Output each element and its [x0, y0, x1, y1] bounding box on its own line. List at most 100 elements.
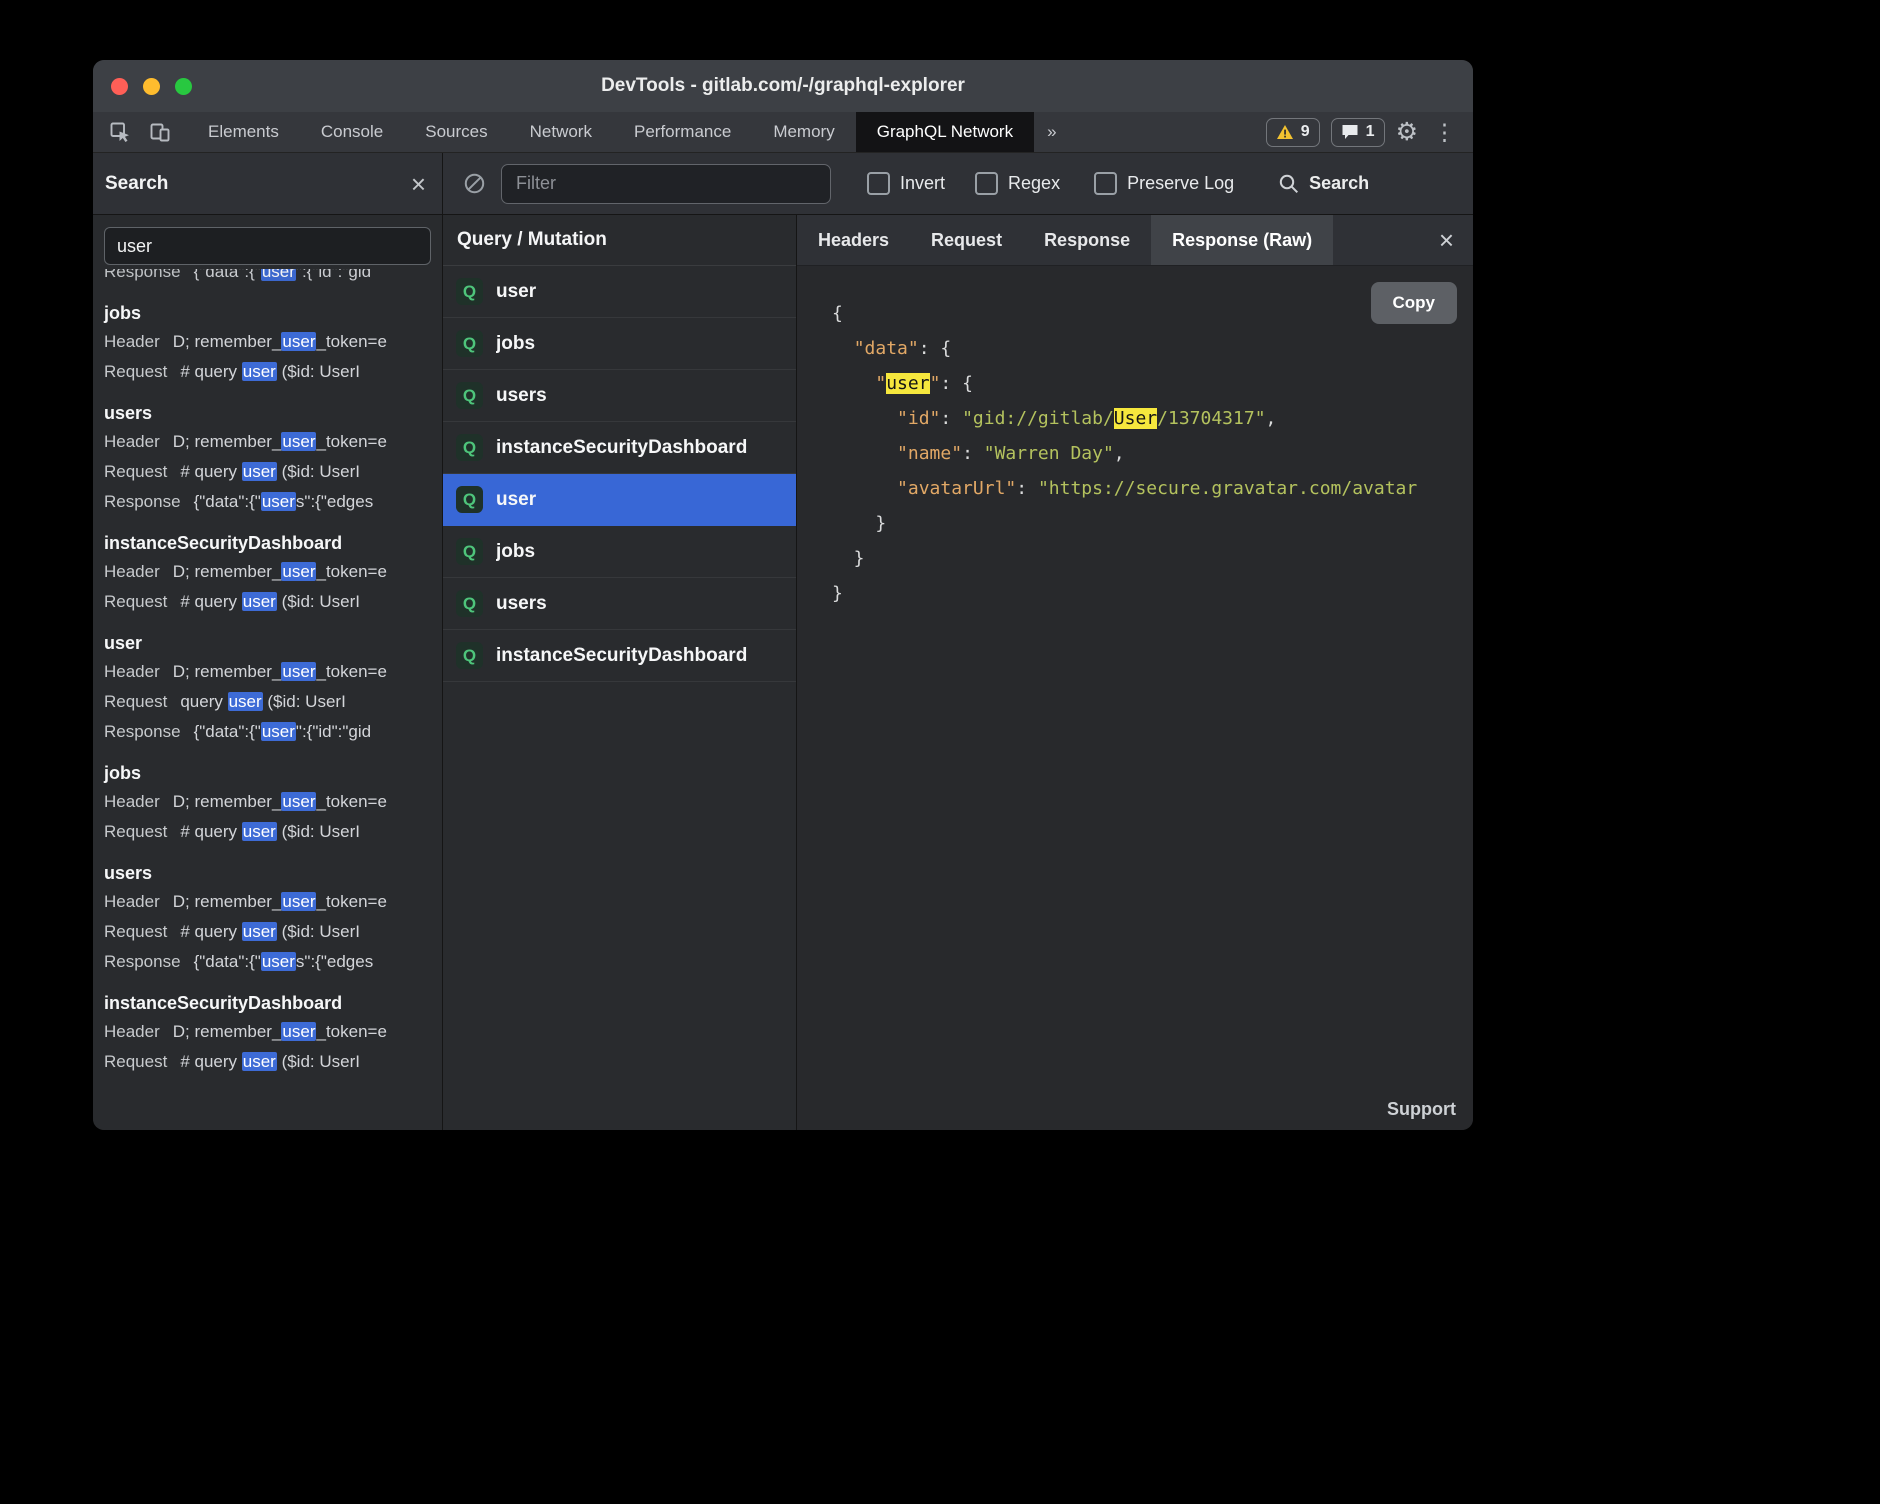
search-result-line[interactable]: Request# query user ($id: UserI	[104, 457, 431, 487]
minimize-window-button[interactable]	[143, 78, 160, 95]
devtools-tab-console[interactable]: Console	[300, 112, 404, 152]
query-list-item[interactable]: Qusers	[443, 578, 796, 630]
search-result-section-title[interactable]: users	[104, 403, 431, 424]
query-list-item[interactable]: Qjobs	[443, 318, 796, 370]
response-tab-headers[interactable]: Headers	[797, 215, 910, 265]
devtools-tab-list: ElementsConsoleSourcesNetworkPerformance…	[187, 112, 1034, 152]
query-list-item[interactable]: Qjobs	[443, 526, 796, 578]
toolbar-search-button[interactable]: Search	[1278, 173, 1369, 195]
query-list-item[interactable]: QinstanceSecurityDashboard	[443, 630, 796, 682]
clear-log-icon[interactable]	[457, 169, 491, 199]
search-result-section-title[interactable]: users	[104, 863, 431, 884]
query-list-item[interactable]: Quser	[443, 266, 796, 318]
tabstrip-right-controls: 9 1 ⚙ ⋮	[1266, 112, 1473, 152]
result-kind-label: Request	[104, 922, 167, 941]
search-result-line[interactable]: Request# query user ($id: UserI	[104, 817, 431, 847]
copy-button[interactable]: Copy	[1371, 282, 1458, 324]
result-text-post: s":{"edges	[296, 492, 373, 511]
devtools-tab-memory[interactable]: Memory	[752, 112, 855, 152]
json-line: }	[832, 541, 1473, 576]
support-link[interactable]: Support	[1387, 1099, 1456, 1120]
preserve-log-label: Preserve Log	[1127, 173, 1234, 194]
json-token: }	[832, 548, 865, 569]
settings-gear-icon[interactable]: ⚙	[1396, 117, 1418, 147]
query-list-item[interactable]: QinstanceSecurityDashboard	[443, 422, 796, 474]
query-list: QuserQjobsQusersQinstanceSecurityDashboa…	[443, 266, 796, 682]
search-result-line[interactable]: Response{"data":{"users":{"edges	[104, 487, 431, 517]
network-toolbar: Invert Regex Preserve Log Search	[443, 153, 1473, 214]
search-result-section-title[interactable]: user	[104, 633, 431, 654]
response-tab-response-raw[interactable]: Response (Raw)	[1151, 215, 1333, 265]
search-result-line[interactable]: Request# query user ($id: UserI	[104, 1047, 431, 1077]
preserve-log-checkbox[interactable]	[1094, 172, 1117, 195]
query-name: instanceSecurityDashboard	[496, 645, 747, 667]
inspect-icon[interactable]	[103, 117, 137, 147]
close-search-panel-icon[interactable]: ×	[411, 171, 426, 197]
query-name: jobs	[496, 333, 535, 355]
query-list-item[interactable]: Qusers	[443, 370, 796, 422]
result-text-pre: # query	[180, 592, 241, 611]
search-result-line[interactable]: Request# query user ($id: UserI	[104, 917, 431, 947]
result-text-pre: {"data":{"	[194, 269, 261, 281]
result-text-pre: # query	[180, 362, 241, 381]
title-bar: DevTools - gitlab.com/-/graphql-explorer	[93, 60, 1473, 112]
search-match: user	[228, 692, 263, 711]
search-result-line[interactable]: Response{"data":{"user":{"id":"gid	[104, 717, 431, 747]
more-tabs-chevron-icon[interactable]: »	[1034, 112, 1070, 152]
json-token: "gid://gitlab/	[962, 408, 1114, 429]
filter-input[interactable]	[501, 164, 831, 204]
devtools-tool-icons	[93, 112, 187, 152]
response-tab-bar: HeadersRequestResponseResponse (Raw) ×	[797, 215, 1473, 266]
warning-icon	[1276, 124, 1294, 140]
search-result-line[interactable]: HeaderD; remember_user_token=e	[104, 327, 431, 357]
json-token: }	[832, 513, 886, 534]
warnings-badge[interactable]: 9	[1266, 118, 1320, 147]
regex-checkbox[interactable]	[975, 172, 998, 195]
search-match: user	[281, 892, 316, 911]
search-result-line[interactable]: Requestquery user ($id: UserI	[104, 687, 431, 717]
query-list-item[interactable]: Quser	[443, 474, 796, 526]
regex-checkbox-group: Regex	[975, 172, 1060, 195]
json-line: "user": {	[832, 366, 1473, 401]
devtools-tab-graphql-network[interactable]: GraphQL Network	[856, 112, 1034, 152]
result-text-post: ($id: UserI	[277, 362, 360, 381]
search-input[interactable]	[104, 227, 431, 265]
search-result-section-title[interactable]: instanceSecurityDashboard	[104, 533, 431, 554]
response-tab-response[interactable]: Response	[1023, 215, 1151, 265]
search-result-line[interactable]: Response{"data":{"users":{"edges	[104, 947, 431, 977]
json-token: "name"	[897, 443, 962, 464]
query-type-badge: Q	[456, 590, 483, 617]
search-result-section-title[interactable]: jobs	[104, 763, 431, 784]
search-result-line[interactable]: Response{"data":{"user":{"id":"gid	[104, 269, 431, 287]
search-result-line[interactable]: Request# query user ($id: UserI	[104, 357, 431, 387]
response-tab-request[interactable]: Request	[910, 215, 1023, 265]
search-result-line[interactable]: HeaderD; remember_user_token=e	[104, 1017, 431, 1047]
search-result-partial[interactable]: Response{"data":{"user":{"id":"gid	[104, 269, 431, 287]
result-text-post: ($id: UserI	[277, 462, 360, 481]
result-text-post: ($id: UserI	[277, 1052, 360, 1071]
devtools-tab-sources[interactable]: Sources	[404, 112, 508, 152]
query-type-badge: Q	[456, 330, 483, 357]
result-text-post: _token=e	[316, 432, 386, 451]
device-toolbar-icon[interactable]	[143, 117, 177, 147]
search-result-line[interactable]: HeaderD; remember_user_token=e	[104, 427, 431, 457]
close-detail-icon[interactable]: ×	[1420, 215, 1473, 265]
close-window-button[interactable]	[111, 78, 128, 95]
devtools-tab-network[interactable]: Network	[509, 112, 613, 152]
search-result-line[interactable]: HeaderD; remember_user_token=e	[104, 887, 431, 917]
search-result-line[interactable]: HeaderD; remember_user_token=e	[104, 657, 431, 687]
messages-badge[interactable]: 1	[1331, 118, 1385, 147]
devtools-tab-elements[interactable]: Elements	[187, 112, 300, 152]
maximize-window-button[interactable]	[175, 78, 192, 95]
query-type-badge: Q	[456, 278, 483, 305]
search-result-line[interactable]: HeaderD; remember_user_token=e	[104, 557, 431, 587]
devtools-tab-performance[interactable]: Performance	[613, 112, 752, 152]
invert-checkbox[interactable]	[867, 172, 890, 195]
search-result-section-title[interactable]: instanceSecurityDashboard	[104, 993, 431, 1014]
search-result-section-title[interactable]: jobs	[104, 303, 431, 324]
search-result-line[interactable]: HeaderD; remember_user_token=e	[104, 787, 431, 817]
json-token: "Warren Day"	[984, 443, 1114, 464]
message-count: 1	[1366, 123, 1375, 141]
search-result-line[interactable]: Request# query user ($id: UserI	[104, 587, 431, 617]
kebab-menu-icon[interactable]: ⋮	[1429, 119, 1460, 146]
